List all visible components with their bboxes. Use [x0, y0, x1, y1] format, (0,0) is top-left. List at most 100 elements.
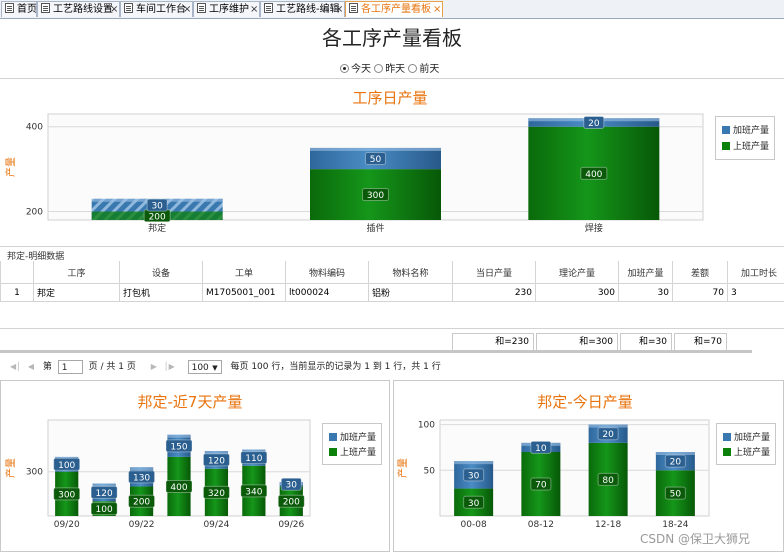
data-label-overtime: 150 — [170, 442, 187, 452]
col-header-theoretical-output[interactable]: 理论产量 — [535, 261, 619, 284]
y-tick-label: 50 — [424, 466, 436, 476]
col-header-overtime-output[interactable]: 加班产量 — [618, 261, 673, 284]
bar-highlight — [454, 461, 494, 465]
chart-7day-legend: 加班产量 上班产量 — [322, 423, 382, 465]
tab-label: 工艺路线-编辑 — [276, 4, 340, 15]
radio-today[interactable]: 今天 — [340, 64, 371, 75]
sum-daily-output: 和=230 — [452, 333, 534, 351]
tab-3[interactable]: 车间工作台 × — [120, 1, 193, 17]
legend-item-regular: 上班产量 — [329, 445, 376, 458]
bar-highlight — [310, 147, 441, 151]
close-icon[interactable]: × — [433, 2, 441, 17]
data-label-regular: 70 — [535, 481, 547, 491]
radio-indicator[interactable] — [408, 64, 418, 73]
bar-highlight — [129, 467, 154, 471]
chevron-down-icon[interactable]: ▼ — [212, 361, 217, 375]
data-label-overtime: 50 — [370, 155, 382, 165]
data-label-overtime: 20 — [602, 430, 614, 440]
chart-7day-title: 邦定-近7天产量 — [137, 393, 243, 411]
data-label-overtime: 20 — [588, 119, 600, 129]
tab-2[interactable]: 工艺路线设置 × — [37, 1, 120, 17]
tab-label: 工艺路线设置 — [53, 4, 113, 15]
legend-swatch — [329, 448, 337, 456]
radio-day-before[interactable]: 前天 — [408, 64, 439, 75]
data-label-regular: 80 — [602, 476, 614, 486]
data-label-regular: 400 — [170, 483, 187, 493]
cell-index: 1 — [0, 283, 34, 302]
close-icon[interactable]: × — [183, 2, 191, 17]
sum-overtime-output: 和=30 — [620, 333, 672, 351]
tab-4[interactable]: 工序维护 × — [193, 1, 260, 17]
legend-swatch — [723, 448, 731, 456]
main-chart: 200400产量20030邦定30050插件40020焊接 — [4, 113, 704, 234]
day-filter: 今天 昨天 前天 — [340, 60, 439, 75]
bar-highlight — [588, 424, 628, 428]
page-size-value: 100 — [191, 362, 209, 373]
page-icon — [124, 3, 133, 13]
col-header-daily-output[interactable]: 当日产量 — [452, 261, 536, 284]
table-header-row: 工序 设备 工单 物料编码 物料名称 当日产量 理论产量 加班产量 差额 加工时… — [0, 261, 784, 284]
col-header-material-name[interactable]: 物料名称 — [368, 261, 453, 284]
radio-indicator[interactable] — [374, 64, 384, 73]
data-label-regular: 50 — [670, 490, 682, 500]
x-tick-label: 09/24 — [203, 520, 229, 530]
data-label-overtime: 30 — [468, 471, 480, 481]
data-label-regular: 200 — [149, 212, 166, 222]
tab-1[interactable]: 首页 — [1, 1, 37, 17]
data-label-overtime: 30 — [286, 481, 298, 491]
tab-6[interactable]: 各工序产量看板 × — [345, 1, 443, 17]
x-tick-label: 09/20 — [54, 520, 80, 530]
y-tick-label: 400 — [26, 123, 43, 133]
page-icon — [264, 3, 273, 13]
sum-theoretical-output: 和=300 — [536, 333, 618, 351]
first-page-icon[interactable]: ◀│ — [10, 362, 21, 371]
data-label-regular: 300 — [58, 490, 75, 500]
col-header-work-order[interactable]: 工单 — [202, 261, 286, 284]
legend-item-overtime: 加班产量 — [329, 430, 376, 443]
page-icon — [5, 3, 14, 13]
next-page-icon[interactable]: ▶ — [151, 362, 157, 371]
data-label-regular: 200 — [133, 498, 150, 508]
tab-label: 各工序产量看板 — [361, 4, 431, 15]
tab-label: 车间工作台 — [136, 4, 186, 15]
radio-indicator[interactable] — [340, 64, 349, 73]
cell-process: 邦定 — [33, 283, 120, 302]
data-label-overtime: 100 — [58, 461, 75, 471]
col-header-difference[interactable]: 差额 — [672, 261, 728, 284]
y-axis-title: 产量 — [396, 458, 409, 478]
x-tick-label: 00-08 — [461, 520, 487, 530]
legend-swatch — [722, 142, 730, 150]
close-icon[interactable]: × — [110, 2, 118, 17]
pager: ◀│ ◀ 第 1 页 / 共 1 页 ▶ │▶ 100 ▼ 每页 100 行，当前… — [10, 359, 441, 374]
col-header-index[interactable] — [0, 261, 34, 284]
col-header-equipment[interactable]: 设备 — [119, 261, 203, 284]
col-header-material-code[interactable]: 物料编码 — [285, 261, 369, 284]
close-icon[interactable]: × — [335, 2, 343, 17]
page-number-input[interactable]: 1 — [57, 359, 83, 374]
page-label: 第 — [42, 362, 52, 372]
col-header-process[interactable]: 工序 — [33, 261, 120, 284]
y-axis-title: 产量 — [4, 157, 17, 177]
prev-page-icon[interactable]: ◀ — [28, 362, 34, 371]
cell-difference: 70 — [672, 283, 728, 302]
close-icon[interactable]: × — [250, 2, 258, 17]
data-label-overtime: 130 — [133, 473, 150, 483]
table-row[interactable]: 1 邦定 打包机 M1705001_001 lt000024 铝粉 230 30… — [0, 283, 784, 302]
horizontal-scrollbar[interactable] — [0, 350, 752, 353]
y-axis-title: 产量 — [4, 458, 17, 478]
page-count-label: 页 / 共 1 页 — [88, 362, 136, 372]
cell-material-name: 铝粉 — [368, 283, 453, 302]
detail-table: 工序 设备 工单 物料编码 物料名称 当日产量 理论产量 加班产量 差额 加工时… — [0, 261, 784, 302]
last-page-icon[interactable]: │▶ — [164, 362, 175, 371]
data-label-regular: 400 — [585, 170, 602, 180]
legend-item-regular: 上班产量 — [722, 139, 769, 152]
col-header-processing-time[interactable]: 加工时长 — [727, 261, 784, 284]
cell-equipment: 打包机 — [119, 283, 203, 302]
data-label-overtime: 120 — [96, 489, 113, 499]
pager-summary: 每页 100 行，当前显示的记录为 1 到 1 行，共 1 行 — [230, 362, 441, 372]
tab-5[interactable]: 工艺路线-编辑 × — [260, 1, 345, 17]
legend-item-regular: 上班产量 — [723, 445, 770, 458]
radio-yesterday[interactable]: 昨天 — [374, 64, 405, 75]
divider — [0, 328, 784, 329]
page-size-select[interactable]: 100 ▼ — [187, 359, 222, 375]
